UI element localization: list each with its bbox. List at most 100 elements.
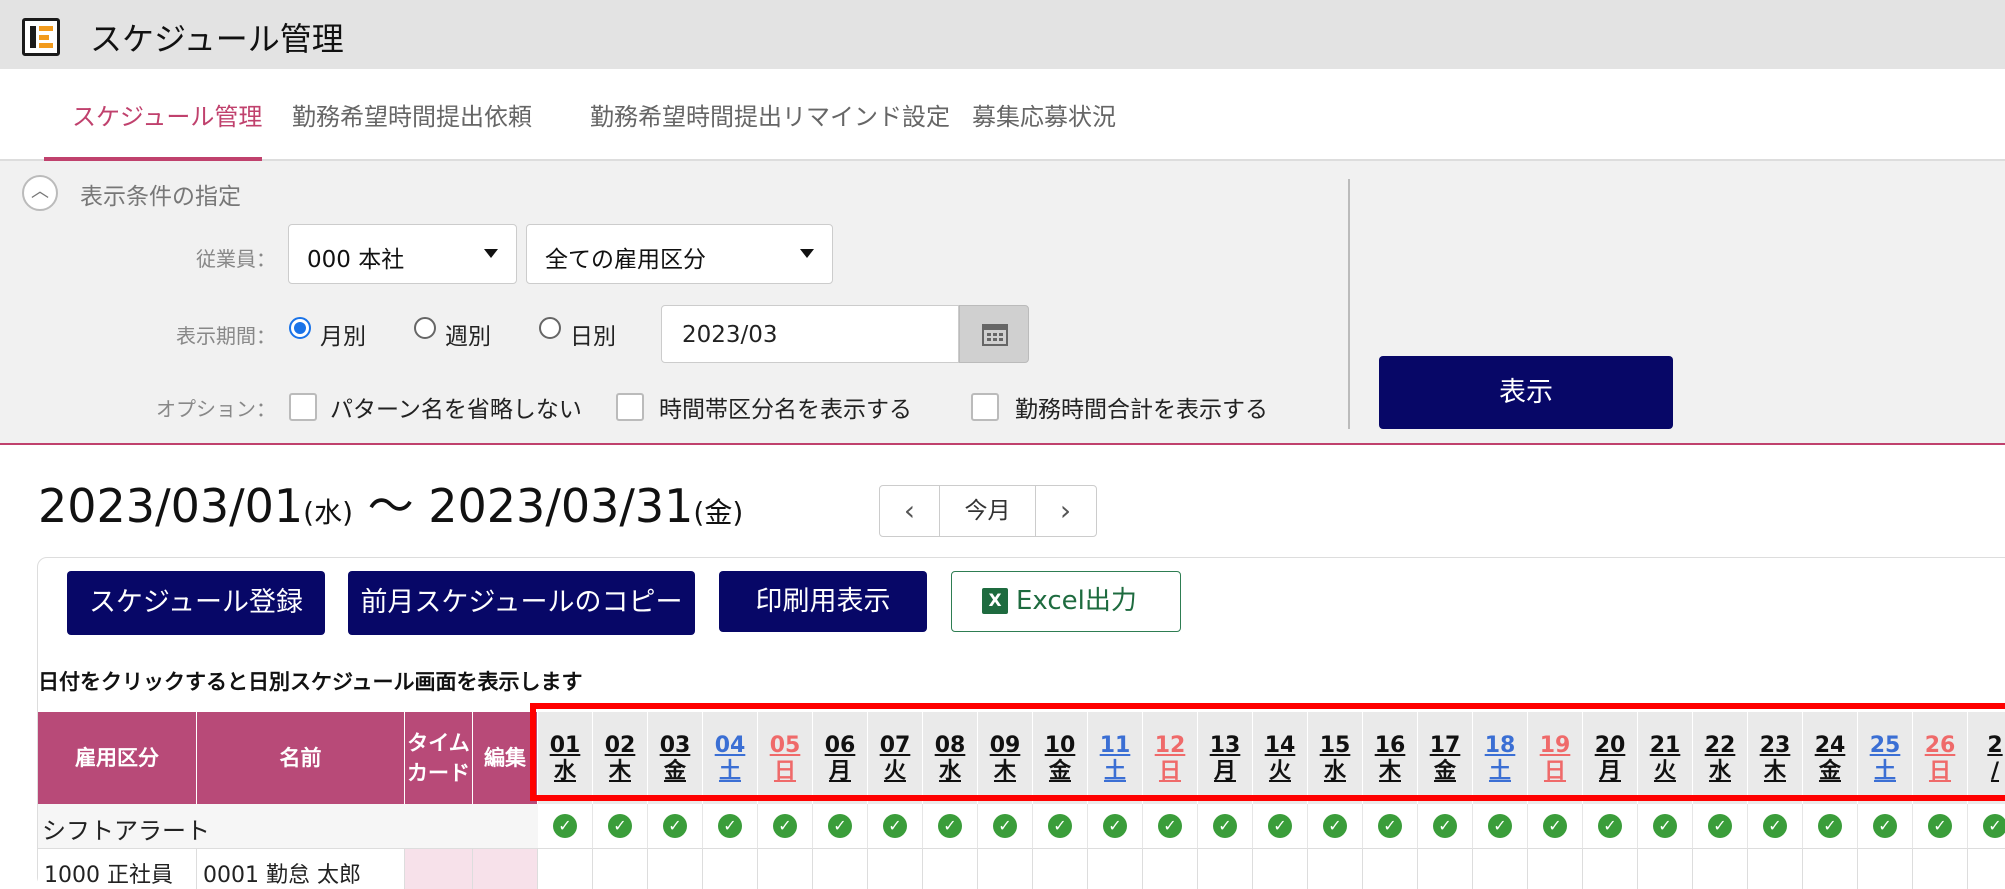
filter-title: 表示条件の指定 xyxy=(80,184,241,210)
schedule-cell[interactable] xyxy=(1693,849,1748,889)
prev-month-button[interactable]: ‹ xyxy=(880,486,940,536)
option-timeband-checkbox[interactable] xyxy=(616,393,644,421)
range-end: 2023/03/31 xyxy=(428,479,694,533)
shift-ok-cell: ✓ xyxy=(1858,804,1913,849)
schedule-cell[interactable] xyxy=(1638,849,1693,889)
schedule-cell[interactable] xyxy=(1363,849,1418,889)
schedule-cell[interactable] xyxy=(1473,849,1528,889)
timecard-icon[interactable] xyxy=(405,849,473,889)
shift-ok-cell: ✓ xyxy=(1693,804,1748,849)
schedule-cell[interactable] xyxy=(1858,849,1913,889)
shift-ok-cell: ✓ xyxy=(648,804,703,849)
shift-ok-cell: ✓ xyxy=(1913,804,1968,849)
excel-export-button[interactable]: X Excel出力 xyxy=(951,571,1181,632)
tab-work-request[interactable]: 勤務希望時間提出依頼 xyxy=(292,97,532,132)
check-circle-icon: ✓ xyxy=(1543,814,1567,838)
check-circle-icon: ✓ xyxy=(938,814,962,838)
schedule-cell[interactable] xyxy=(978,849,1033,889)
options-label: オプション： xyxy=(156,397,276,421)
tab-work-remind-settings[interactable]: 勤務希望時間提出リマインド設定 xyxy=(590,97,950,132)
this-month-button[interactable]: 今月 xyxy=(940,486,1035,536)
option-pattern-checkbox[interactable] xyxy=(289,393,317,421)
calendar-icon xyxy=(982,324,1008,346)
shift-ok-cell: ✓ xyxy=(1968,804,2005,849)
check-circle-icon: ✓ xyxy=(1983,814,2005,838)
filter-divider xyxy=(1348,179,1350,429)
period-monthly-label: 月別 xyxy=(320,324,366,350)
schedule-cell[interactable] xyxy=(1143,849,1198,889)
check-circle-icon: ✓ xyxy=(1763,814,1787,838)
office-select[interactable]: 000 本社 xyxy=(288,224,517,284)
schedule-register-button[interactable]: スケジュール登録 xyxy=(67,571,325,635)
schedule-cell[interactable] xyxy=(758,849,813,889)
check-circle-icon: ✓ xyxy=(663,814,687,838)
check-circle-icon: ✓ xyxy=(1213,814,1237,838)
schedule-cell[interactable] xyxy=(1913,849,1968,889)
edit-pencil-icon[interactable] xyxy=(473,849,538,889)
schedule-cell[interactable] xyxy=(1253,849,1308,889)
schedule-cell[interactable] xyxy=(813,849,868,889)
tab-bar: スケジュール管理 勤務希望時間提出依頼 勤務希望時間提出リマインド設定 募集応募… xyxy=(0,69,2005,161)
schedule-cell[interactable] xyxy=(1748,849,1803,889)
date-input[interactable]: 2023/03 xyxy=(661,305,959,363)
period-weekly-radio[interactable] xyxy=(414,317,436,339)
option-total-hours-checkbox[interactable] xyxy=(971,393,999,421)
schedule-cell[interactable] xyxy=(1308,849,1363,889)
schedule-cell[interactable] xyxy=(1968,849,2005,889)
shift-ok-cell: ✓ xyxy=(868,804,923,849)
period-daily-label: 日別 xyxy=(570,324,616,350)
check-circle-icon: ✓ xyxy=(1653,814,1677,838)
schedule-cell[interactable] xyxy=(648,849,703,889)
header-employment-type: 雇用区分 xyxy=(38,712,197,804)
tab-schedule-management[interactable]: スケジュール管理 xyxy=(72,97,262,132)
check-circle-icon: ✓ xyxy=(773,814,797,838)
row-employee-name[interactable]: 0001 勤怠 太郎 xyxy=(197,849,405,889)
check-circle-icon: ✓ xyxy=(1708,814,1732,838)
schedule-app-icon xyxy=(22,18,60,56)
range-end-dow: (金) xyxy=(693,496,744,529)
employment-type-select[interactable]: 全ての雇用区分 xyxy=(526,224,833,284)
tab-recruitment-status[interactable]: 募集応募状況 xyxy=(972,97,1116,132)
next-month-button[interactable]: › xyxy=(1035,486,1095,536)
check-circle-icon: ✓ xyxy=(1103,814,1127,838)
collapse-chevron-icon[interactable]: ︿ xyxy=(22,175,58,211)
schedule-cell[interactable] xyxy=(1583,849,1638,889)
shift-ok-cell: ✓ xyxy=(1198,804,1253,849)
check-circle-icon: ✓ xyxy=(553,814,577,838)
row-employment-type: 1000 正社員 xyxy=(38,849,197,889)
check-circle-icon: ✓ xyxy=(828,814,852,838)
range-start: 2023/03/01 xyxy=(38,479,304,533)
shift-ok-cell: ✓ xyxy=(1033,804,1088,849)
shift-ok-cell: ✓ xyxy=(538,804,593,849)
schedule-cell[interactable] xyxy=(923,849,978,889)
schedule-cell[interactable] xyxy=(1528,849,1583,889)
schedule-cell[interactable] xyxy=(538,849,593,889)
option-pattern-label: パターン名を省略しない xyxy=(330,397,582,423)
option-timeband-label: 時間帯区分名を表示する xyxy=(659,397,912,423)
schedule-cell[interactable] xyxy=(1803,849,1858,889)
month-navigation: ‹ 今月 › xyxy=(879,485,1097,537)
shift-ok-cell: ✓ xyxy=(1308,804,1363,849)
schedule-cell[interactable] xyxy=(868,849,923,889)
shift-ok-cell: ✓ xyxy=(1473,804,1528,849)
schedule-cell[interactable] xyxy=(703,849,758,889)
shift-ok-cell: ✓ xyxy=(1143,804,1198,849)
header-timecard: タイムカード xyxy=(405,712,473,804)
schedule-cell[interactable] xyxy=(1418,849,1473,889)
check-circle-icon: ✓ xyxy=(1158,814,1182,838)
period-monthly-radio[interactable] xyxy=(289,317,311,339)
schedule-cell[interactable] xyxy=(593,849,648,889)
print-view-button[interactable]: 印刷用表示 xyxy=(719,571,927,632)
option-total-hours-label: 勤務時間合計を表示する xyxy=(1015,397,1268,423)
show-button[interactable]: 表示 xyxy=(1379,356,1673,429)
schedule-cell[interactable] xyxy=(1198,849,1253,889)
period-daily-radio[interactable] xyxy=(539,317,561,339)
range-start-dow: (水) xyxy=(303,496,353,529)
calendar-button[interactable] xyxy=(959,305,1029,363)
header-edit: 編集 xyxy=(473,712,538,804)
shift-ok-cell: ✓ xyxy=(1638,804,1693,849)
chevron-down-icon xyxy=(800,249,814,258)
schedule-cell[interactable] xyxy=(1088,849,1143,889)
copy-prev-month-button[interactable]: 前月スケジュールのコピー xyxy=(348,571,695,635)
schedule-cell[interactable] xyxy=(1033,849,1088,889)
